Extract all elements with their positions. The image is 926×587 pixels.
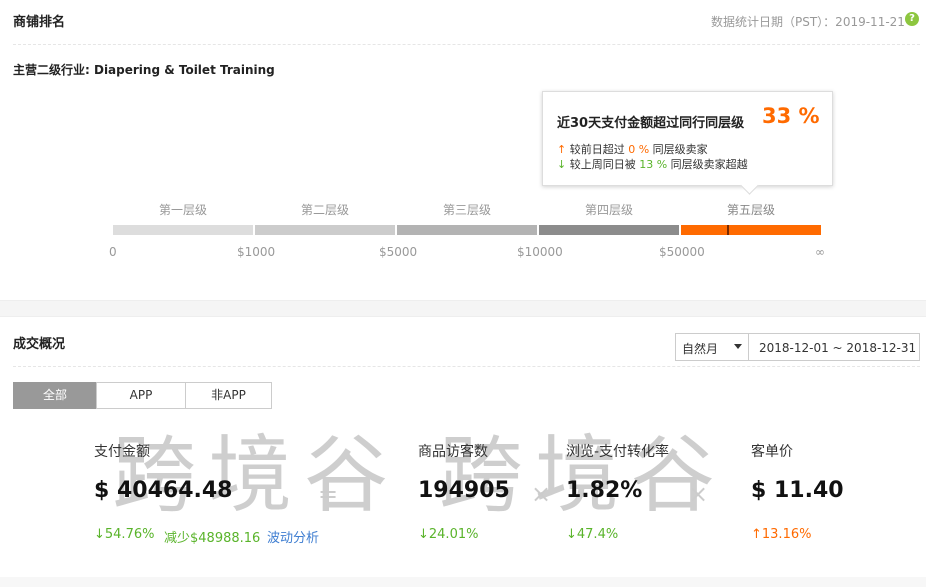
caret-down-icon [734, 344, 742, 349]
tier-bar-4 [539, 225, 679, 235]
tier-label-2: 第二层级 [300, 203, 349, 217]
watermark: 跨境谷 跨境谷 [112, 426, 727, 524]
tier-label-3: 第三层级 [442, 203, 491, 217]
page: 商铺排名 数据统计日期（PST）：2019-11-21 ? 主营二级行业: Di… [0, 0, 926, 587]
section-separator [0, 300, 926, 317]
stat-date: 数据统计日期（PST）：2019-11-21 [711, 15, 905, 29]
period-select-value: 自然月 [682, 342, 719, 356]
metric-value-conversion: 1.82% [566, 478, 643, 503]
ranking-tooltip: 近30天支付金额超过同行同层级 33 % ↑ 较前日超过 0 % 同层级卖家 ↓… [542, 91, 833, 186]
metric-label-visitors: 商品访客数 [418, 444, 488, 460]
metric-value-payment: $ 40464.48 [94, 478, 233, 503]
metric-value-visitors: 194905 [418, 478, 510, 503]
tooltip-line-1-value: 0 % [628, 143, 650, 156]
metric-value-avg-order: $ 11.40 [751, 478, 844, 503]
tier-tick-1: $1000 [237, 245, 276, 259]
visitors-change: ↓24.01% [418, 527, 479, 542]
tooltip-line-1-prefix: 较前日超过 [569, 143, 625, 156]
metric-label-avg-order: 客单价 [751, 444, 793, 460]
tier-position-marker [727, 225, 729, 235]
tier-tick-0: 0 [109, 245, 117, 259]
tier-bar-3 [397, 225, 537, 235]
period-select[interactable]: 自然月 [675, 333, 749, 361]
tier-label-4: 第四层级 [584, 203, 633, 217]
tooltip-percent: 33 % [762, 104, 820, 128]
metric-label-payment: 支付金额 [94, 444, 150, 460]
tooltip-line-1-suffix: 同层级卖家 [652, 143, 708, 156]
tooltip-title: 近30天支付金额超过同行同层级 [557, 116, 745, 131]
arrow-down-icon: ↓ [557, 158, 567, 171]
tier-tick-3: $10000 [517, 245, 563, 259]
tab-non-app[interactable]: 非APP [185, 382, 272, 409]
date-range-picker[interactable]: 2018-12-01 ~ 2018-12-31 [748, 333, 920, 361]
tooltip-line-2-suffix: 同层级卖家超越 [670, 158, 748, 171]
tooltip-line-2: ↓ 较上周同日被 13 % 同层级卖家超越 [557, 156, 748, 172]
payment-change: ↓54.76% [94, 527, 155, 542]
tier-label-1: 第一层级 [158, 203, 207, 217]
multiply-operator: × [531, 480, 552, 508]
arrow-up-icon: ↑ [557, 143, 567, 156]
avg-order-change: ↑13.16% [751, 527, 812, 542]
page-title: 商铺排名 [13, 15, 66, 30]
tier-bar-2 [255, 225, 395, 235]
help-icon[interactable]: ? [905, 12, 919, 26]
payment-reduce: 减少$48988.16 [164, 531, 261, 546]
tier-label-5: 第五层级 [726, 203, 775, 217]
tier-tick-4: $50000 [659, 245, 705, 259]
tab-all[interactable]: 全部 [13, 382, 97, 409]
divider [13, 366, 920, 367]
deal-overview-title: 成交概况 [13, 337, 66, 352]
tooltip-line-2-value: 13 % [639, 158, 668, 171]
tooltip-line-2-prefix: 较上周同日被 [569, 158, 636, 171]
tier-bar-5 [681, 225, 821, 235]
tab-app[interactable]: APP [96, 382, 186, 409]
divider [13, 44, 920, 45]
tier-bar-1 [113, 225, 253, 235]
fluctuation-analysis-link[interactable]: 波动分析 [267, 527, 319, 546]
metric-label-conversion: 浏览-支付转化率 [566, 444, 670, 460]
bottom-strip [0, 577, 926, 587]
tier-tick-2: $5000 [379, 245, 418, 259]
equals-operator: = [318, 480, 339, 508]
industry-label: 主营二级行业: Diapering & Toilet Training [13, 63, 275, 77]
tooltip-line-1: ↑ 较前日超过 0 % 同层级卖家 [557, 141, 708, 157]
tier-tick-5: ∞ [815, 245, 825, 259]
conversion-change: ↓47.4% [566, 527, 619, 542]
multiply-operator: × [688, 480, 709, 508]
